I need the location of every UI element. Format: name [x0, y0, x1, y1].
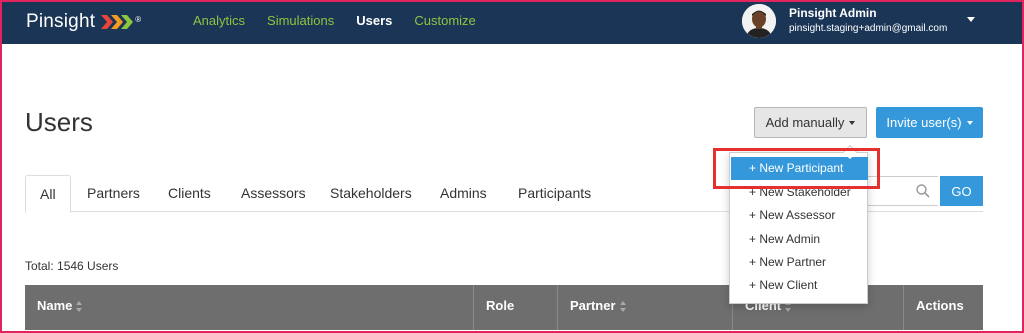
sort-icon[interactable] [619, 301, 627, 313]
column-name-label: Name [37, 298, 73, 313]
menu-item-new-partner[interactable]: + New Partner [731, 251, 868, 274]
caret-down-icon [966, 120, 973, 125]
user-menu-caret-icon[interactable] [967, 17, 975, 22]
tab-clients[interactable]: Clients [168, 175, 211, 212]
tab-participants[interactable]: Participants [518, 175, 591, 212]
main-nav: Analytics Simulations Users Customize [193, 13, 498, 28]
invite-users-button[interactable]: Invite user(s) [876, 107, 983, 138]
brand-chevrons-icon [101, 14, 135, 30]
menu-item-new-admin[interactable]: + New Admin [731, 228, 868, 251]
tab-assessors[interactable]: Assessors [241, 175, 306, 212]
add-manually-label: Add manually [765, 115, 845, 130]
menu-item-new-client[interactable]: + New Client [731, 274, 868, 297]
column-actions: Actions [904, 285, 983, 330]
brand-name: Pinsight [26, 11, 96, 32]
column-role: Role [474, 285, 558, 330]
add-manually-button[interactable]: Add manually [754, 107, 867, 138]
total-users: Total: 1546 Users [25, 259, 119, 273]
registered-mark: ® [135, 14, 142, 24]
tab-stakeholders[interactable]: Stakeholders [330, 175, 412, 212]
column-name[interactable]: Name [25, 285, 474, 330]
nav-analytics[interactable]: Analytics [193, 13, 245, 28]
go-button[interactable]: GO [940, 176, 983, 206]
invite-users-label: Invite user(s) [886, 115, 962, 130]
tab-admins[interactable]: Admins [440, 175, 487, 212]
column-role-label: Role [486, 298, 515, 313]
column-actions-label: Actions [916, 298, 964, 313]
tab-all[interactable]: All [25, 175, 71, 213]
nav-simulations[interactable]: Simulations [267, 13, 334, 28]
caret-down-icon [849, 120, 856, 125]
tab-partners[interactable]: Partners [87, 175, 140, 212]
sort-icon[interactable] [76, 301, 83, 313]
menu-item-new-assessor[interactable]: + New Assessor [731, 204, 868, 227]
nav-customize[interactable]: Customize [414, 13, 475, 28]
avatar[interactable] [742, 4, 776, 38]
brand-logo[interactable]: Pinsight ® [26, 11, 141, 33]
user-email: pinsight.staging+admin@gmail.com [789, 23, 948, 34]
annotation-highlight-box [713, 148, 880, 189]
column-partner-label: Partner [570, 298, 616, 313]
top-navbar: Pinsight ® Analytics Simulations Users C… [0, 0, 1024, 44]
column-partner[interactable]: Partner [558, 285, 733, 330]
page-title: Users [25, 107, 93, 137]
user-name[interactable]: Pinsight Admin [789, 6, 877, 20]
nav-users[interactable]: Users [356, 13, 392, 28]
search-icon [916, 184, 930, 203]
